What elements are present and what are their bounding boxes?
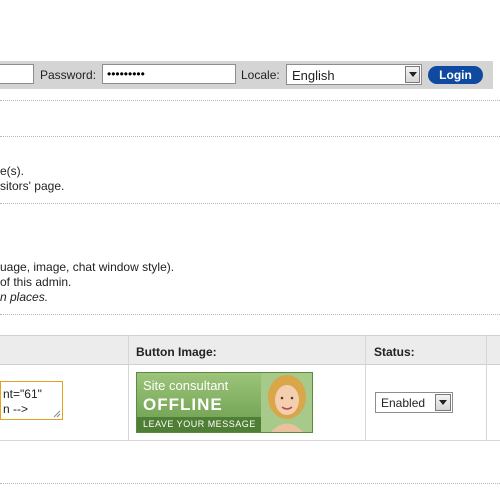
banner-footer-text: LEAVE YOUR MESSAGE [143,419,256,429]
column-divider [128,335,129,441]
login-bar: Password: Locale: English Login [0,61,493,89]
code-line: nt="61" [3,387,42,401]
info-text: n places. [0,290,49,304]
divider [0,100,500,101]
locale-select[interactable]: English [286,64,422,85]
resize-grip-icon[interactable] [53,410,61,418]
divider [0,136,500,137]
column-header-button-image: Button Image: [136,345,217,359]
chevron-down-icon [439,400,447,405]
divider [0,203,500,204]
info-text: of this admin. [0,275,72,289]
status-value: Enabled [381,396,426,410]
consultant-photo [261,373,312,432]
button-code-textarea[interactable]: nt="61" n --> [0,381,63,420]
banner-footer: LEAVE YOUR MESSAGE [137,417,262,432]
banner-subtitle: Site consultant [143,378,229,393]
info-text: sitors' page. [0,179,65,193]
password-input[interactable] [102,64,236,84]
info-text: uage, image, chat window style). [0,260,175,274]
column-divider [486,335,487,441]
locale-value: English [292,68,335,83]
page: Password: Locale: English Login e(s). si… [0,0,500,500]
login-field[interactable] [0,64,34,84]
locale-label: Locale: [241,68,280,82]
table-header: Button Image: Status: [0,335,500,365]
info-text: e(s). [0,164,24,178]
chevron-down-icon [409,72,417,77]
locale-dropdown-button[interactable] [405,66,420,83]
code-line: n --> [3,402,29,416]
password-label: Password: [40,68,97,82]
login-button[interactable]: Login [428,66,483,84]
divider [0,314,500,315]
column-divider [365,335,366,441]
offline-button-image: Site consultant OFFLINE LEAVE YOUR MESSA… [136,372,313,433]
column-header-status: Status: [374,345,415,359]
status-select[interactable]: Enabled [375,392,453,413]
status-dropdown-button[interactable] [435,394,451,411]
row-divider [0,440,500,441]
banner-title: OFFLINE [143,395,223,414]
divider [0,483,500,484]
